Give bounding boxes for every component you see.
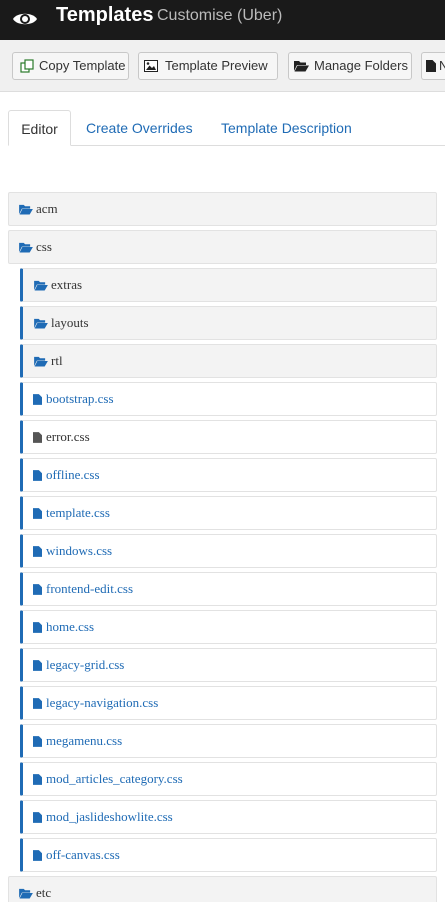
tree-file-row[interactable]: legacy-navigation.css [20,686,437,720]
tree-file-row[interactable]: home.css [20,610,437,644]
tab-create-overrides[interactable]: Create Overrides [86,110,193,146]
tree-file-row[interactable]: windows.css [20,534,437,568]
file-icon [32,430,43,444]
file-icon [32,544,43,558]
tree-file-row[interactable]: error.css [20,420,437,454]
tree-folder-css[interactable]: css [8,230,437,264]
tab-template-description[interactable]: Template Description [221,110,352,146]
file-icon [32,734,43,748]
page-title: Templates [56,4,154,26]
folder-open-icon [34,316,48,330]
folder-open-icon [19,240,33,254]
tree-folder-acm[interactable]: acm [8,192,437,226]
folder-open-icon [34,354,48,368]
folder-open-icon [19,886,33,900]
file-icon [32,392,43,406]
eye-icon [13,13,37,25]
tree-folder-etc[interactable]: etc [8,876,437,902]
tree-folder-rtl[interactable]: rtl [20,344,437,378]
file-icon [32,658,43,672]
file-icon [32,696,43,710]
page-subtitle: Customise (Uber) [157,7,283,24]
image-icon [139,53,163,79]
folder-open-icon [34,278,48,292]
tree-file-row[interactable]: mod_jaslideshowlite.css [20,800,437,834]
tab-bar: Editor Create Overrides Template Descrip… [0,110,445,146]
tree-file-row[interactable]: off-canvas.css [20,838,437,872]
file-icon [32,620,43,634]
tree-file-row[interactable]: bootstrap.css [20,382,437,416]
file-icon [32,772,43,786]
tree-folder-extras[interactable]: extras [20,268,437,302]
folder-open-icon [19,202,33,216]
tree-file-row[interactable]: megamenu.css [20,724,437,758]
file-icon [32,468,43,482]
file-icon [32,848,43,862]
tree-folder-layouts[interactable]: layouts [20,306,437,340]
new-file-button[interactable]: N [421,52,445,80]
file-icon [32,810,43,824]
tree-file-row[interactable]: template.css [20,496,437,530]
toolbar: Copy Template Template Preview Manage Fo… [0,40,445,92]
manage-folders-button[interactable]: Manage Folders [288,52,412,80]
file-icon [32,582,43,596]
folder-open-icon [289,53,313,79]
header-bar: Templates Customise (Uber) [0,0,445,40]
copy-icon [15,53,39,79]
tree-file-row[interactable]: mod_articles_category.css [20,762,437,796]
tab-editor[interactable]: Editor [8,110,71,146]
template-preview-button[interactable]: Template Preview [138,52,278,80]
file-icon [32,506,43,520]
tree-file-row[interactable]: frontend-edit.css [20,572,437,606]
tree-file-row[interactable]: legacy-grid.css [20,648,437,682]
tree-file-row[interactable]: offline.css [20,458,437,492]
copy-template-button[interactable]: Copy Template [12,52,129,80]
